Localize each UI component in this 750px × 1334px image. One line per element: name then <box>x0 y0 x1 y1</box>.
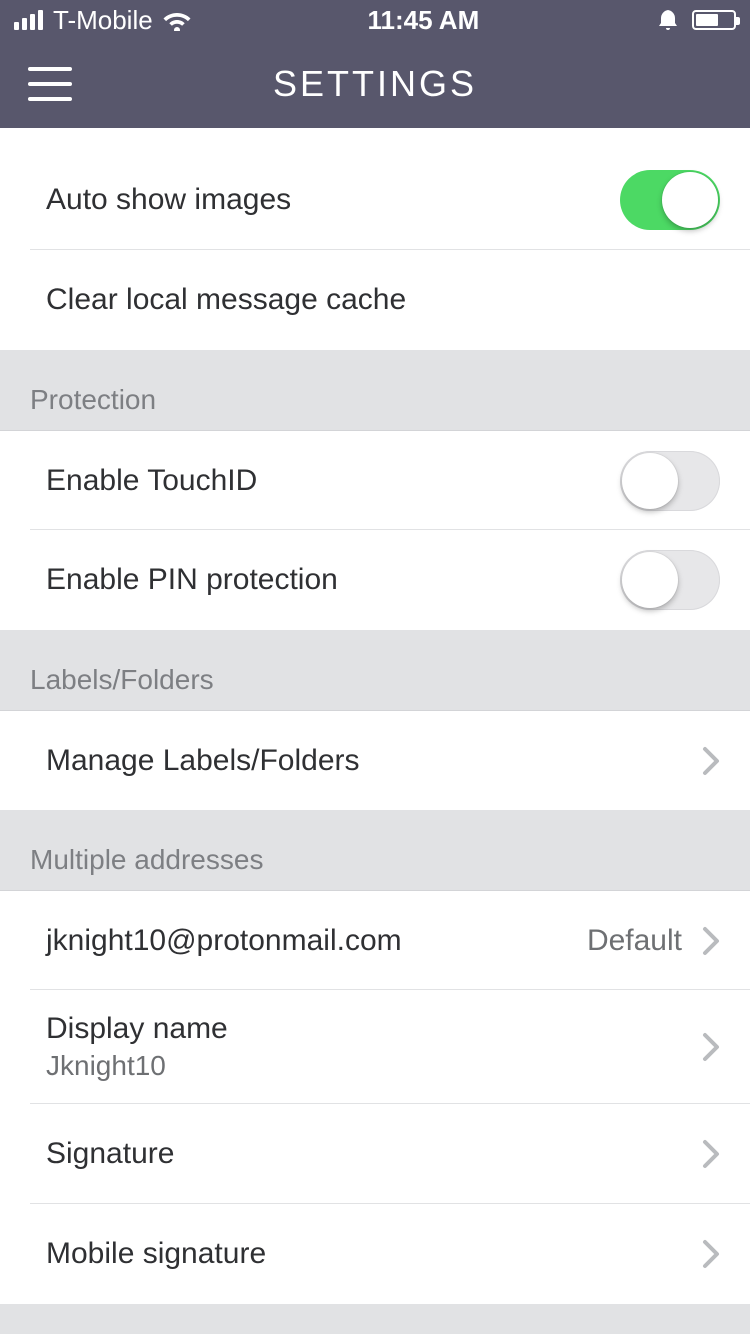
toggle-enable-touchid[interactable] <box>620 451 720 511</box>
section-header-multiple: Multiple addresses <box>0 810 750 890</box>
nav-bar: SETTINGS <box>0 40 750 128</box>
toggle-auto-show-images[interactable] <box>620 170 720 230</box>
row-enable-touchid[interactable]: Enable TouchID <box>0 430 750 530</box>
chevron-right-icon <box>702 1032 720 1062</box>
chevron-right-icon <box>702 1239 720 1269</box>
row-mobile-signature[interactable]: Mobile signature <box>0 1204 750 1304</box>
row-signature[interactable]: Signature <box>0 1104 750 1204</box>
cellular-signal-icon <box>14 10 43 30</box>
row-manage-labels[interactable]: Manage Labels/Folders <box>0 710 750 810</box>
list-top-spacer <box>0 128 750 150</box>
row-label: Signature <box>46 1137 702 1171</box>
chevron-right-icon <box>702 926 720 956</box>
settings-list: Auto show images Clear local message cac… <box>0 128 750 1334</box>
row-auto-show-images[interactable]: Auto show images <box>0 150 750 250</box>
row-label: Manage Labels/Folders <box>46 744 702 778</box>
toggle-enable-pin[interactable] <box>620 550 720 610</box>
row-value: Default <box>587 924 682 958</box>
wifi-icon <box>163 9 191 31</box>
alarm-icon <box>656 8 680 32</box>
row-content: Display name Jknight10 <box>46 990 702 1104</box>
carrier-label: T-Mobile <box>53 5 153 36</box>
row-label: Auto show images <box>46 183 620 217</box>
menu-button[interactable] <box>28 67 72 101</box>
row-clear-cache[interactable]: Clear local message cache <box>0 250 750 350</box>
section-header-protection: Protection <box>0 350 750 430</box>
status-right <box>656 8 736 32</box>
page-title: SETTINGS <box>0 63 750 105</box>
chevron-right-icon <box>702 1139 720 1169</box>
status-left: T-Mobile <box>14 5 191 36</box>
row-label: Enable PIN protection <box>46 563 620 597</box>
battery-icon <box>692 10 736 30</box>
row-label: Mobile signature <box>46 1237 702 1271</box>
row-address-default[interactable]: jknight10@protonmail.com Default <box>0 890 750 990</box>
row-label: Clear local message cache <box>46 283 720 317</box>
row-label: jknight10@protonmail.com <box>46 924 587 958</box>
row-label: Display name <box>46 1012 702 1046</box>
row-display-name[interactable]: Display name Jknight10 <box>0 990 750 1104</box>
row-enable-pin[interactable]: Enable PIN protection <box>0 530 750 630</box>
section-header-labels: Labels/Folders <box>0 630 750 710</box>
chevron-right-icon <box>702 746 720 776</box>
section-header-next <box>0 1304 750 1334</box>
row-subtitle: Jknight10 <box>46 1050 702 1082</box>
status-time: 11:45 AM <box>367 5 479 36</box>
row-label: Enable TouchID <box>46 464 620 498</box>
status-bar: T-Mobile 11:45 AM <box>0 0 750 40</box>
